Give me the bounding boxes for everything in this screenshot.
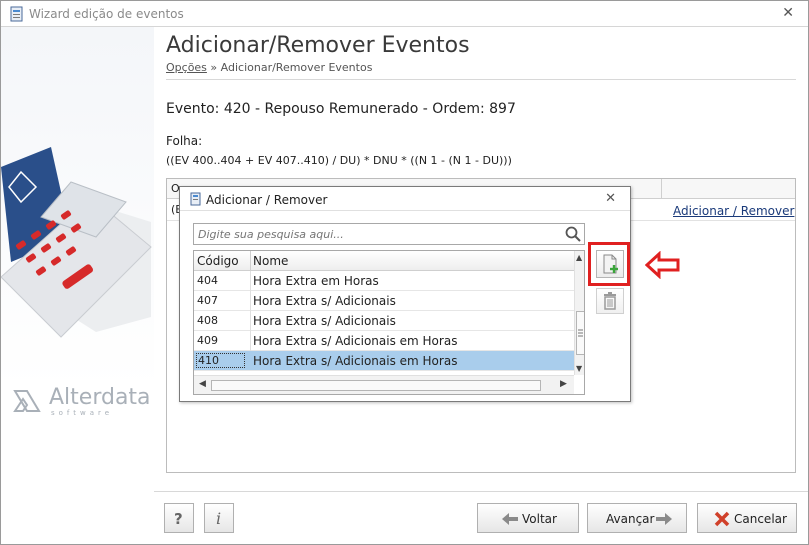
list-item[interactable]: 407 Hora Extra s/ Adicionais bbox=[194, 291, 574, 311]
list-item-name: Hora Extra s/ Adicionais em Horas bbox=[253, 354, 458, 368]
list-header: Código Nome bbox=[194, 251, 574, 271]
help-icon: ? bbox=[174, 510, 183, 528]
scroll-left-icon[interactable]: ◀ bbox=[199, 379, 206, 389]
vertical-scrollbar[interactable]: ▲ ▼ bbox=[574, 251, 584, 375]
list-item-name: Hora Extra s/ Adicionais bbox=[253, 314, 396, 328]
arrow-back-icon bbox=[502, 513, 518, 525]
list-item[interactable]: 404 Hora Extra em Horas bbox=[194, 271, 574, 291]
list-item-selected[interactable]: 410 Hora Extra s/ Adicionais em Horas bbox=[194, 351, 574, 371]
calculator-illustration-icon bbox=[1, 147, 152, 338]
back-button-label: Voltar bbox=[522, 512, 557, 526]
trash-icon bbox=[604, 292, 616, 310]
window-title: Wizard edição de eventos bbox=[29, 7, 184, 21]
dialog-title-bar: Adicionar / Remover ✕ bbox=[180, 187, 630, 211]
column-header-codigo[interactable]: Código bbox=[197, 254, 239, 268]
next-button-label: Avançar bbox=[606, 512, 655, 526]
dialog-app-icon bbox=[190, 192, 201, 206]
column-divider bbox=[250, 251, 251, 271]
list-item-name: Hora Extra s/ Adicionais em Horas bbox=[253, 334, 458, 348]
brand-subtitle: software bbox=[51, 409, 114, 417]
cancel-button-label: Cancelar bbox=[734, 512, 787, 526]
arrow-left-icon bbox=[645, 251, 680, 279]
row-divider bbox=[250, 291, 251, 311]
wizard-window: Wizard edição de eventos ✕ Alterdata sof… bbox=[0, 0, 809, 545]
remove-event-button[interactable] bbox=[596, 288, 624, 314]
help-button[interactable]: ? bbox=[164, 503, 194, 533]
cancel-x-icon bbox=[714, 511, 730, 527]
header-divider bbox=[166, 79, 796, 80]
list-item-code: 407 bbox=[197, 294, 218, 307]
sidebar-banner: Alterdata software bbox=[1, 27, 154, 544]
row-divider bbox=[250, 311, 251, 331]
search-icon[interactable] bbox=[564, 225, 582, 243]
list-item-code: 408 bbox=[197, 314, 218, 327]
info-icon: i bbox=[216, 509, 222, 528]
vertical-scroll-thumb[interactable] bbox=[576, 311, 584, 355]
page-title: Adicionar/Remover Eventos bbox=[166, 33, 470, 58]
cancel-button[interactable]: Cancelar bbox=[697, 503, 797, 533]
breadcrumb-current: Adicionar/Remover Eventos bbox=[220, 61, 373, 74]
scroll-down-icon[interactable]: ▼ bbox=[576, 364, 582, 373]
dialog-close-icon[interactable]: ✕ bbox=[605, 191, 616, 206]
grid-column-divider bbox=[661, 179, 662, 199]
events-list: Código Nome 404 Hora Extra em Horas 407 … bbox=[193, 250, 585, 395]
list-item[interactable]: 409 Hora Extra s/ Adicionais em Horas bbox=[194, 331, 574, 351]
horizontal-scrollbar[interactable]: ◀ ▶ bbox=[194, 375, 574, 394]
dialog-title: Adicionar / Remover bbox=[206, 193, 328, 207]
footer-divider bbox=[154, 491, 808, 492]
folha-formula: ((EV 400..404 + EV 407..410) / DU) * DNU… bbox=[166, 154, 512, 167]
list-item-name: Hora Extra em Horas bbox=[253, 274, 379, 288]
evento-heading: Evento: 420 - Repouso Remunerado - Ordem… bbox=[166, 101, 516, 117]
scroll-right-icon[interactable]: ▶ bbox=[560, 379, 567, 389]
back-button[interactable]: Voltar bbox=[477, 503, 579, 533]
window-close-icon[interactable]: ✕ bbox=[782, 5, 794, 21]
list-item-name: Hora Extra s/ Adicionais bbox=[253, 294, 396, 308]
breadcrumb-link-opcoes[interactable]: Opções bbox=[166, 61, 207, 74]
search-box bbox=[193, 223, 585, 245]
list-item-code: 409 bbox=[197, 334, 218, 347]
horizontal-scroll-thumb[interactable] bbox=[211, 380, 541, 391]
arrow-forward-icon bbox=[656, 513, 672, 525]
add-document-icon bbox=[603, 254, 618, 274]
brand-logo: Alterdata software bbox=[13, 385, 151, 419]
row-divider bbox=[250, 331, 251, 351]
list-item[interactable]: 408 Hora Extra s/ Adicionais bbox=[194, 311, 574, 331]
list-item-code: 410 bbox=[196, 353, 245, 368]
scroll-up-icon[interactable]: ▲ bbox=[576, 253, 582, 262]
alterdata-logo-icon bbox=[13, 390, 41, 412]
add-event-button[interactable] bbox=[596, 250, 624, 278]
next-button[interactable]: Avançar bbox=[587, 503, 687, 533]
search-input[interactable] bbox=[196, 226, 556, 242]
folha-label: Folha: bbox=[166, 134, 203, 148]
adicionar-remover-link[interactable]: Adicionar / Remover bbox=[673, 204, 794, 218]
list-item-code: 404 bbox=[197, 274, 218, 287]
row-divider bbox=[250, 271, 251, 291]
breadcrumb-separator: » bbox=[206, 61, 221, 74]
column-header-nome[interactable]: Nome bbox=[253, 254, 288, 268]
grip-icon bbox=[578, 329, 583, 337]
info-button[interactable]: i bbox=[204, 503, 234, 533]
app-icon bbox=[10, 6, 23, 22]
adicionar-remover-dialog: Adicionar / Remover ✕ Código Nome 404 Ho… bbox=[179, 186, 631, 402]
title-bar: Wizard edição de eventos ✕ bbox=[1, 1, 808, 27]
brand-name: Alterdata bbox=[49, 385, 151, 410]
breadcrumb: Opções » Adicionar/Remover Eventos bbox=[166, 61, 372, 74]
